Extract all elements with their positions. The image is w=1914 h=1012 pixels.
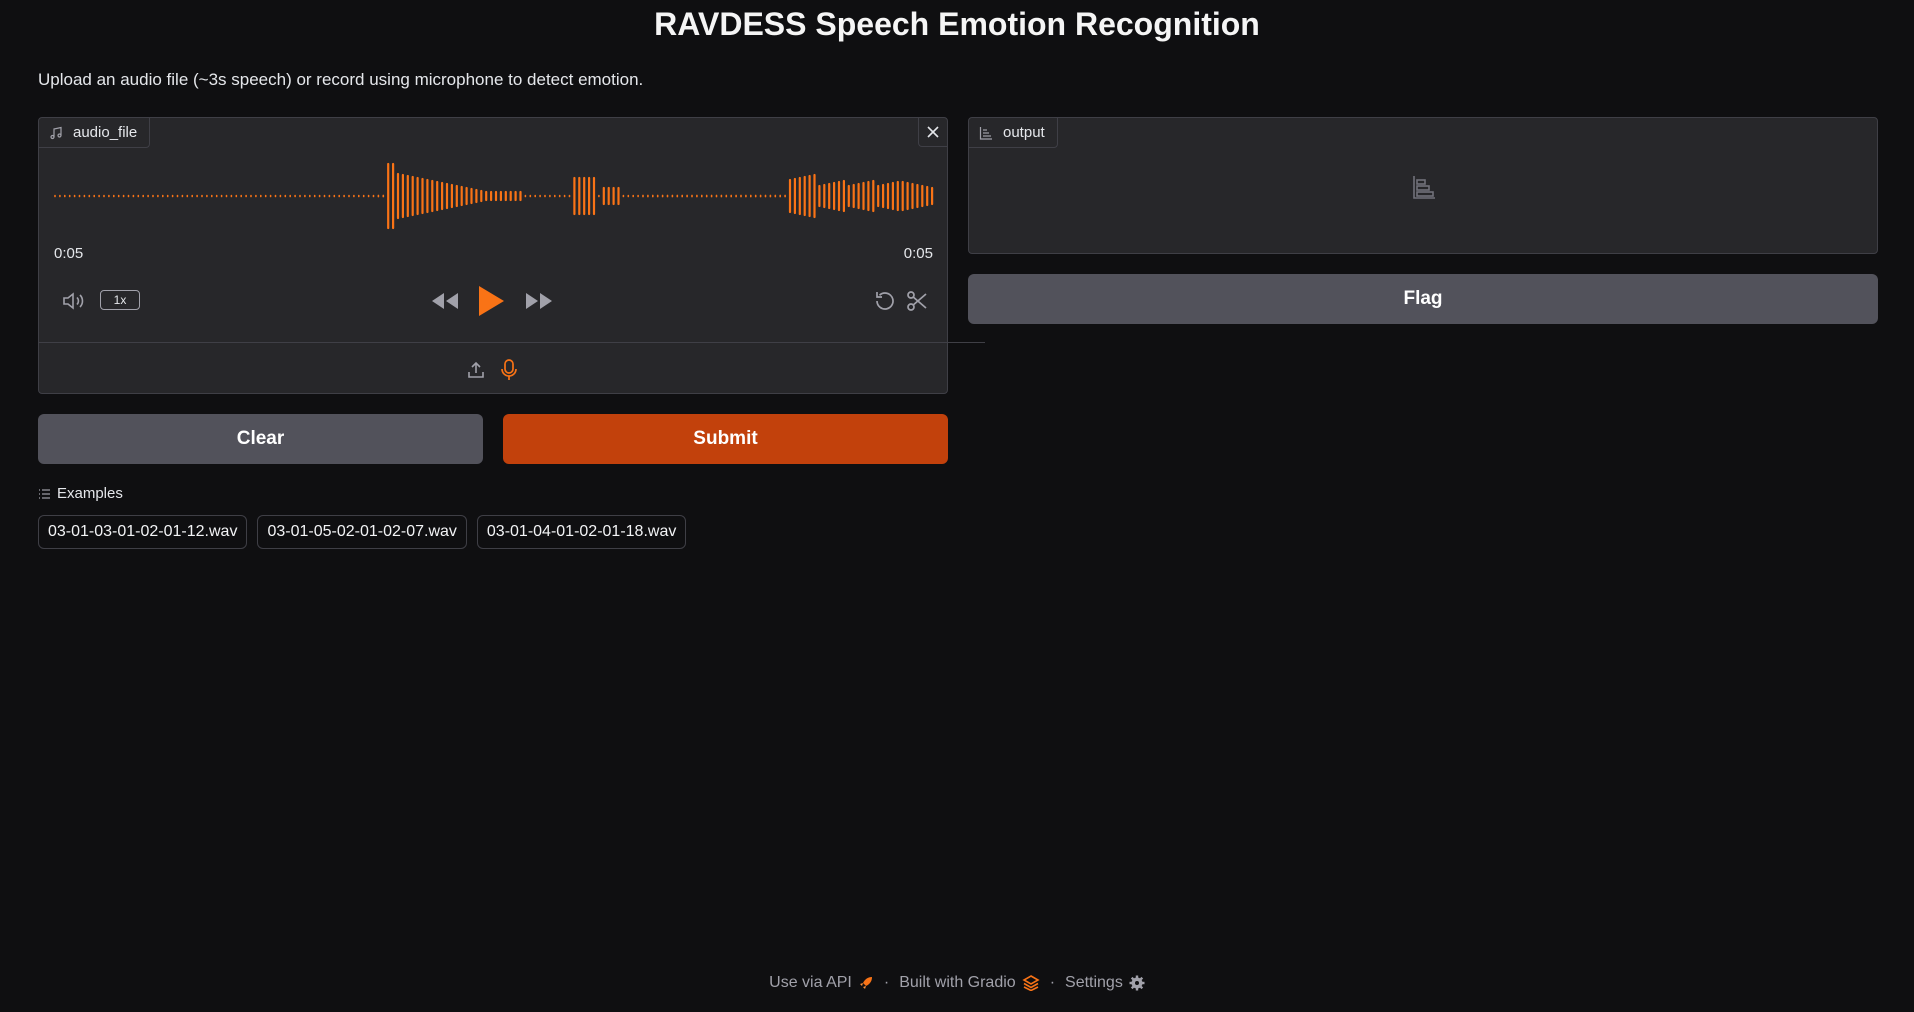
gear-icon <box>1129 975 1145 991</box>
settings-text: Settings <box>1065 974 1123 991</box>
music-note-icon <box>50 126 62 139</box>
page-description: Upload an audio file (~3s speech) or rec… <box>38 70 644 89</box>
example-item[interactable]: 03-01-03-01-02-01-12.wav <box>38 515 248 549</box>
examples-heading: Examples <box>57 485 123 502</box>
play-button[interactable] <box>475 284 507 318</box>
use-via-api-text: Use via API <box>769 974 852 991</box>
output-panel-label-text: output <box>1003 124 1045 141</box>
submit-button[interactable]: Submit <box>503 414 948 464</box>
playback-speed-button[interactable]: 1x <box>100 290 140 310</box>
trim-button[interactable] <box>904 288 930 314</box>
footer-separator: · <box>1049 974 1056 991</box>
built-with-gradio-text: Built with Gradio <box>899 974 1016 991</box>
reset-button[interactable] <box>872 288 898 314</box>
fast-forward-button[interactable] <box>523 288 555 314</box>
reset-icon <box>876 292 894 310</box>
rocket-icon <box>859 977 872 989</box>
close-audio-button[interactable] <box>918 118 947 147</box>
audio-panel-label: audio_file <box>39 118 151 148</box>
play-icon <box>479 286 504 316</box>
empty-chart-icon <box>1413 176 1435 199</box>
audio-panel-divider <box>39 342 985 343</box>
list-icon <box>39 488 50 499</box>
footer-separator: · <box>883 974 890 991</box>
example-item[interactable]: 03-01-05-02-01-02-07.wav <box>257 515 467 549</box>
flag-button[interactable]: Flag <box>968 274 1878 324</box>
rewind-icon <box>432 293 458 309</box>
gradio-logo-icon <box>1022 975 1040 991</box>
close-icon <box>927 126 939 138</box>
microphone-icon <box>501 359 517 380</box>
scissors-icon <box>907 291 927 311</box>
settings-link[interactable]: Settings <box>1065 974 1145 992</box>
fast-forward-icon <box>526 293 552 309</box>
page-title: RAVDESS Speech Emotion Recognition <box>654 6 1260 42</box>
audio-panel-label-text: audio_file <box>73 124 138 141</box>
use-via-api-link[interactable]: Use via API <box>769 974 874 992</box>
built-with-gradio-link[interactable]: Built with Gradio <box>899 974 1040 992</box>
examples-list: 03-01-03-01-02-01-12.wav 03-01-05-02-01-… <box>38 515 687 549</box>
audio-waveform[interactable] <box>53 162 971 230</box>
volume-button[interactable] <box>59 288 89 314</box>
total-time: 0:05 <box>903 245 933 262</box>
upload-button[interactable] <box>465 358 487 382</box>
current-time: 0:05 <box>54 245 84 262</box>
upload-icon <box>468 361 484 378</box>
example-item[interactable]: 03-01-04-01-02-01-18.wav <box>476 515 687 549</box>
footer: Use via API · Built with Gradio · Settin… <box>0 974 1914 992</box>
output-panel: output <box>968 117 1878 254</box>
examples-header: Examples <box>38 485 123 502</box>
rewind-button[interactable] <box>429 288 461 314</box>
output-panel-label: output <box>969 118 1058 148</box>
volume-icon <box>63 292 84 310</box>
bar-chart-icon <box>979 126 992 140</box>
audio-input-panel: audio_file 0:05 0:05 1x <box>38 117 985 394</box>
microphone-button[interactable] <box>498 357 520 383</box>
clear-button[interactable]: Clear <box>38 414 483 464</box>
